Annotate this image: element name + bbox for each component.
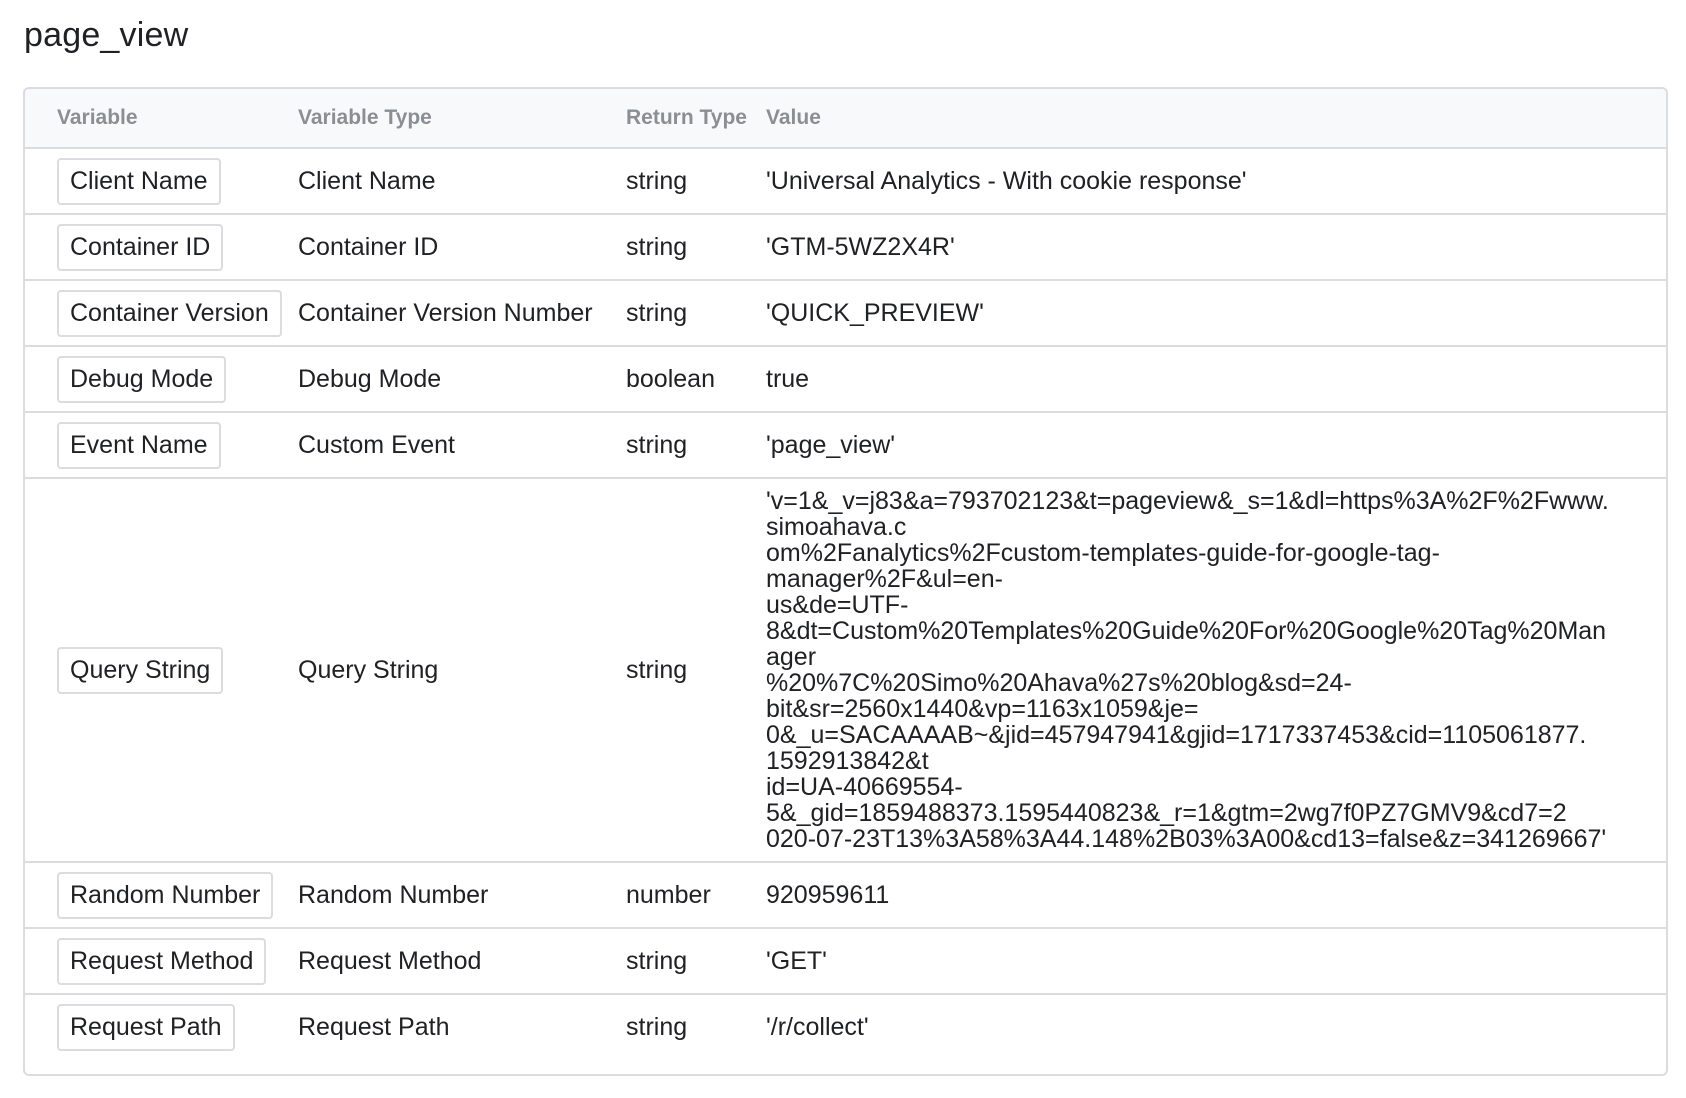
return-type-cell: string: [626, 946, 688, 975]
return-type-cell: string: [626, 298, 688, 327]
header-value: Value: [766, 89, 1666, 149]
header-variable: Variable: [25, 89, 298, 149]
page: page_view Variable Variable Type Return …: [0, 0, 1686, 1098]
table-row: Query String Query String string 'v=1&_v…: [25, 478, 1666, 862]
table-row: Request Path Request Path string '/r/col…: [25, 994, 1666, 1060]
table-row: Container Version Container Version Numb…: [25, 280, 1666, 346]
return-type-cell: string: [626, 232, 688, 261]
value-cell: 'page_view': [766, 430, 896, 459]
variable-chip[interactable]: Query String: [57, 646, 224, 694]
variable-chip[interactable]: Request Path: [57, 1004, 235, 1051]
table-header-row: Variable Variable Type Return Type Value: [25, 89, 1666, 149]
variable-type-cell: Client Name: [298, 166, 436, 195]
variable-type-cell: Container ID: [298, 232, 439, 261]
table-row: Debug Mode Debug Mode boolean true: [25, 346, 1666, 412]
value-cell: true: [766, 364, 810, 393]
variable-type-cell: Custom Event: [298, 430, 456, 459]
table-row: Client Name Client Name string 'Universa…: [25, 148, 1666, 214]
variable-chip[interactable]: Client Name: [57, 157, 221, 205]
value-cell: 'GTM-5WZ2X4R': [766, 232, 955, 261]
return-type-cell: string: [626, 1013, 688, 1041]
header-return-type: Return Type: [626, 89, 766, 149]
table-row: Random Number Random Number number 92095…: [25, 862, 1666, 928]
table-row: Container ID Container ID string 'GTM-5W…: [25, 214, 1666, 280]
variable-chip[interactable]: Event Name: [57, 421, 221, 469]
variable-type-cell: Request Method: [298, 946, 482, 975]
table-row: Event Name Custom Event string 'page_vie…: [25, 412, 1666, 478]
variable-chip[interactable]: Random Number: [57, 871, 274, 919]
page-title: page_view: [24, 16, 189, 54]
value-cell: '/r/collect': [766, 1013, 869, 1041]
variable-type-cell: Request Path: [298, 1013, 450, 1041]
value-cell: 'v=1&_v=j83&a=793702123&t=pageview&_s=1&…: [766, 487, 1609, 853]
table-row: Request Method Request Method string 'GE…: [25, 928, 1666, 994]
variable-type-cell: Debug Mode: [298, 364, 442, 393]
return-type-cell: string: [626, 166, 688, 195]
value-cell: 'QUICK_PREVIEW': [766, 298, 984, 327]
variable-chip[interactable]: Debug Mode: [57, 355, 227, 403]
variable-type-cell: Query String: [298, 655, 439, 684]
variables-table: Variable Variable Type Return Type Value…: [25, 89, 1666, 1060]
value-cell: 'Universal Analytics - With cookie respo…: [766, 166, 1247, 195]
return-type-cell: string: [626, 655, 688, 684]
header-variable-type: Variable Type: [298, 89, 626, 149]
variable-chip[interactable]: Container ID: [57, 223, 224, 271]
variable-type-cell: Random Number: [298, 880, 489, 909]
return-type-cell: number: [626, 880, 711, 909]
variables-table-card: Variable Variable Type Return Type Value…: [23, 87, 1668, 1076]
variable-chip[interactable]: Container Version: [57, 289, 282, 337]
value-cell: 920959611: [766, 880, 890, 909]
variable-type-cell: Container Version Number: [298, 298, 593, 327]
return-type-cell: boolean: [626, 364, 715, 393]
value-cell: 'GET': [766, 946, 827, 975]
return-type-cell: string: [626, 430, 688, 459]
variable-chip[interactable]: Request Method: [57, 937, 267, 985]
